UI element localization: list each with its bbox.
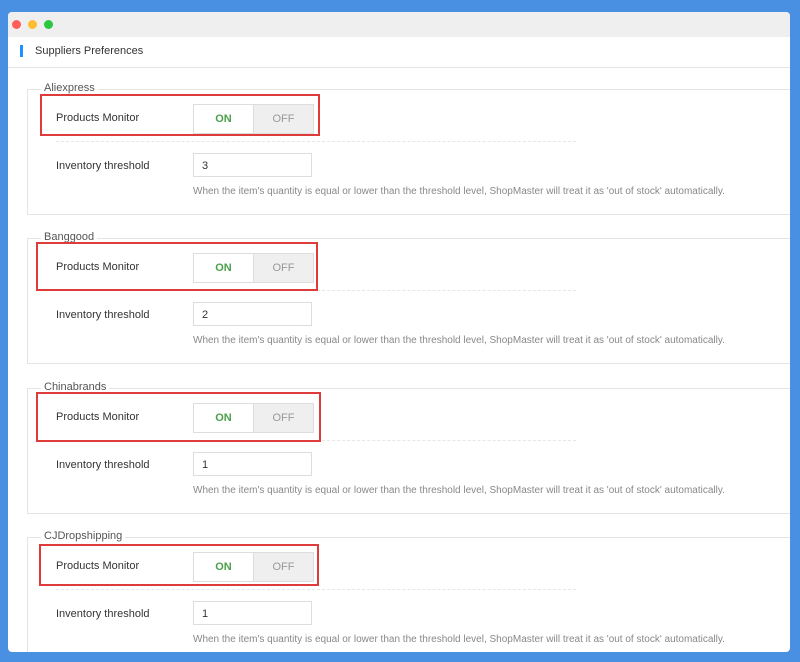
maximize-window-button[interactable] (44, 20, 53, 29)
inventory-threshold-label: Inventory threshold (56, 459, 150, 471)
inventory-threshold-label: Inventory threshold (56, 608, 150, 620)
inventory-threshold-input[interactable]: 3 (193, 153, 312, 177)
minimize-window-button[interactable] (28, 20, 37, 29)
threshold-help-text: When the item's quantity is equal or low… (193, 335, 725, 346)
annotation-highlight-box (39, 544, 319, 586)
inventory-threshold-label: Inventory threshold (56, 160, 150, 172)
inventory-threshold-input[interactable]: 1 (193, 601, 312, 625)
inventory-threshold-label: Inventory threshold (56, 309, 150, 321)
title-bar (8, 12, 790, 37)
close-window-button[interactable] (12, 20, 21, 29)
section-title: Aliexpress (41, 82, 98, 94)
threshold-help-text: When the item's quantity is equal or low… (193, 485, 725, 496)
divider (56, 141, 576, 142)
app-window: Suppliers Preferences Aliexpress Product… (8, 12, 790, 652)
inventory-threshold-input[interactable]: 1 (193, 452, 312, 476)
header-accent-bar (20, 45, 23, 57)
page-header: Suppliers Preferences (8, 37, 790, 68)
annotation-highlight-box (36, 242, 318, 291)
threshold-help-text: When the item's quantity is equal or low… (193, 186, 725, 197)
page-title: Suppliers Preferences (35, 45, 144, 57)
annotation-highlight-box (40, 94, 320, 136)
threshold-help-text: When the item's quantity is equal or low… (193, 634, 725, 645)
inventory-threshold-input[interactable]: 2 (193, 302, 312, 326)
annotation-highlight-box (36, 392, 321, 442)
divider (56, 589, 576, 590)
section-title: CJDropshipping (41, 530, 126, 542)
